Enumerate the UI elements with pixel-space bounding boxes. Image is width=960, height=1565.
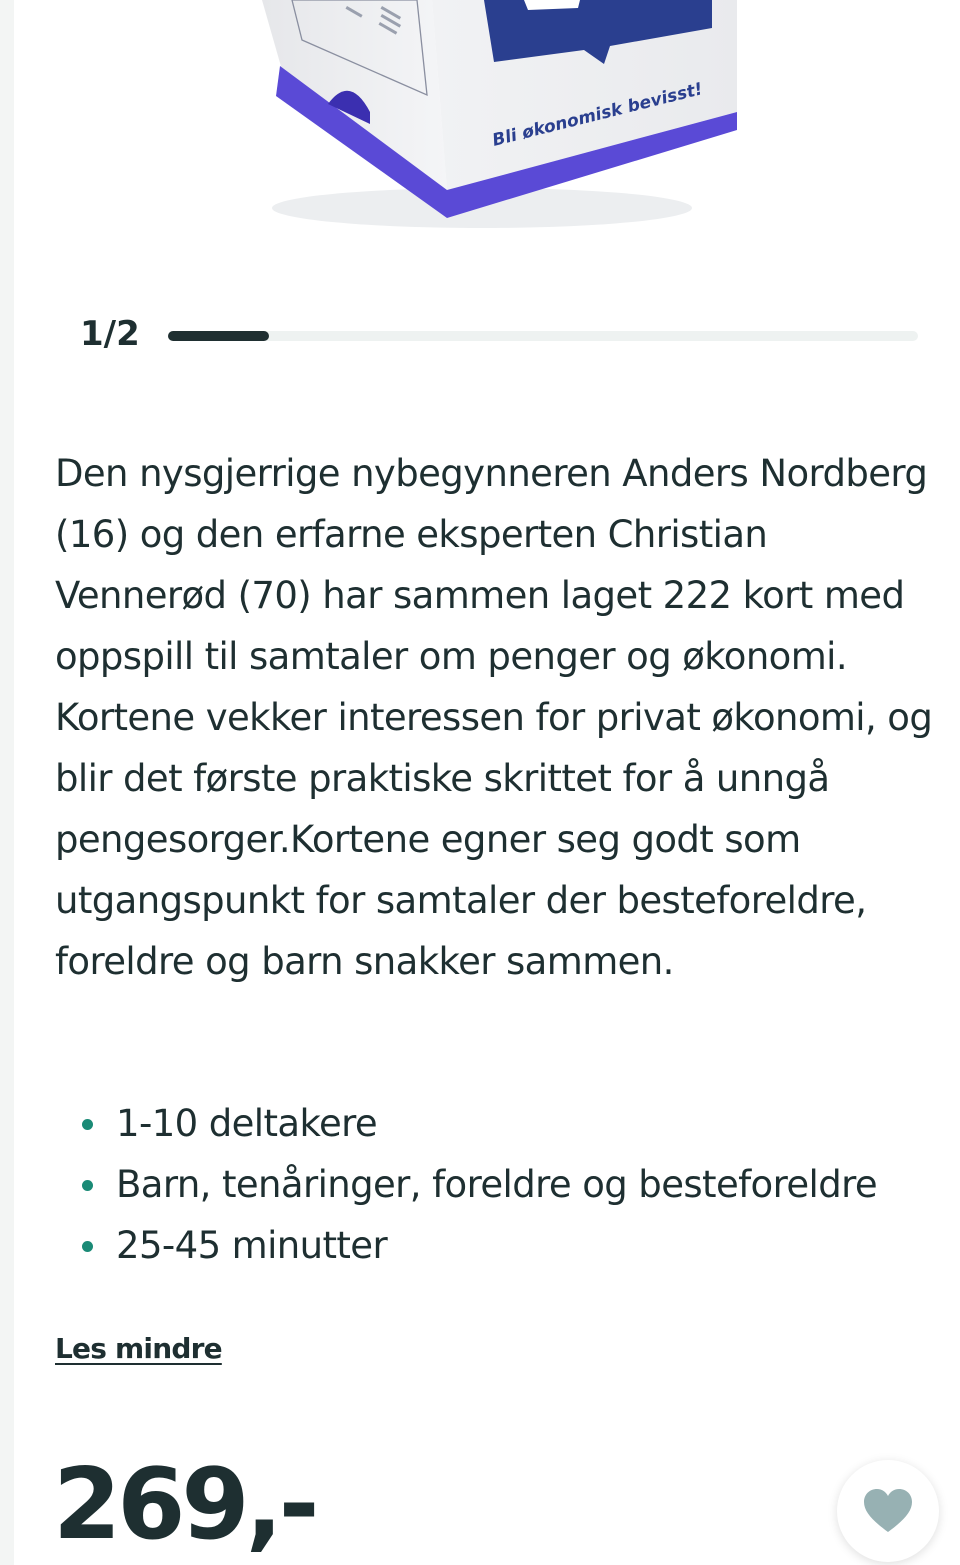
product-image[interactable]: Bli økonomisk bevisst!	[232, 0, 804, 232]
feature-text: Barn, tenåringer, foreldre og besteforel…	[116, 1163, 878, 1206]
heart-icon	[864, 1489, 912, 1532]
price: 269,-	[53, 1448, 319, 1562]
feature-text: 1-10 deltakere	[116, 1102, 378, 1145]
carousel-progress-track[interactable]	[168, 331, 918, 341]
bullet-icon	[82, 1241, 93, 1252]
favorite-button[interactable]	[837, 1460, 939, 1562]
product-page: Bli økonomisk bevisst! 1/2 Den nysgjerri…	[14, 0, 960, 1565]
bullet-icon	[82, 1119, 93, 1130]
product-description: Den nysgjerrige nybegynneren Anders Nord…	[55, 452, 933, 983]
feature-list: 1-10 deltakere Barn, tenåringer, foreldr…	[55, 1093, 955, 1276]
carousel-counter: 1/2	[80, 314, 140, 354]
feature-text: 25-45 minutter	[116, 1224, 388, 1267]
card-game-box-illustration: Bli økonomisk bevisst!	[262, 0, 737, 228]
feature-item: Barn, tenåringer, foreldre og besteforel…	[55, 1154, 955, 1215]
feature-item: 1-10 deltakere	[55, 1093, 955, 1154]
carousel-progress-fill	[168, 331, 269, 341]
feature-item: 25-45 minutter	[55, 1215, 955, 1276]
bullet-icon	[82, 1180, 93, 1191]
read-less-link[interactable]: Les mindre	[55, 1332, 223, 1365]
